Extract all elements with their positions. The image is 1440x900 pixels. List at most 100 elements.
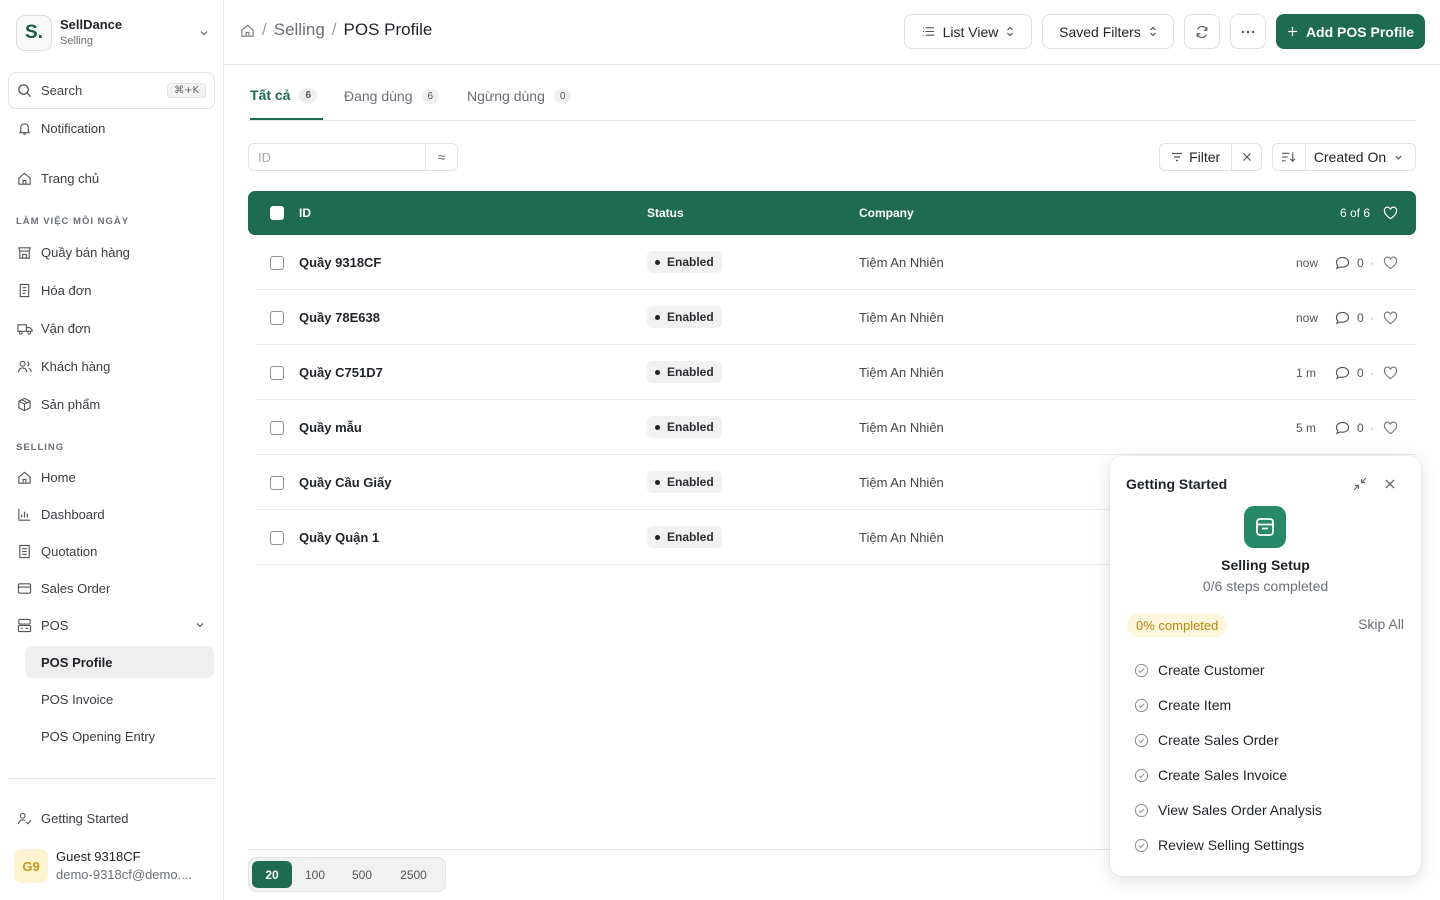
pos-icon: [16, 617, 33, 634]
row-checkbox[interactable]: [270, 530, 284, 545]
row-checkbox[interactable]: [270, 365, 284, 380]
sidebar-item-label: POS Profile: [41, 654, 113, 670]
row-comments[interactable]: 0 ·: [1335, 290, 1374, 345]
search-shortcut: ⌘+K: [167, 83, 206, 98]
tab-label: Ngừng dùng: [467, 88, 545, 104]
app-switcher[interactable]: S. SellDance Selling: [16, 15, 210, 51]
sidebar-item-pos-opening-entry[interactable]: POS Opening Entry: [25, 720, 214, 752]
refresh-button[interactable]: [1184, 14, 1220, 49]
sidebar-item-customers[interactable]: Khách hàng: [8, 350, 214, 382]
step-view-sales-order-analysis[interactable]: View Sales Order Analysis: [1134, 800, 1322, 820]
heart-icon[interactable]: [1383, 290, 1398, 345]
row-checkbox[interactable]: [270, 310, 284, 325]
add-pos-profile-button[interactable]: Add POS Profile: [1276, 14, 1425, 49]
table-row[interactable]: Quầy mẫu Enabled Tiệm An Nhiên 5 m 0 ·: [256, 400, 1416, 455]
sidebar-item-dashboard[interactable]: Dashboard: [8, 498, 214, 530]
page-size-2500[interactable]: 2500: [386, 861, 441, 888]
minimize-icon[interactable]: [1352, 476, 1368, 492]
user-menu[interactable]: G9 Guest 9318CF demo-9318cf@demo....: [14, 846, 214, 886]
check-circle-icon: [1134, 663, 1149, 678]
column-header-id[interactable]: ID: [299, 191, 311, 235]
tab-disabled[interactable]: Ngừng dùng 0: [467, 72, 572, 120]
filter-button[interactable]: Filter: [1160, 144, 1231, 170]
row-checkbox-cell: [270, 235, 284, 290]
skip-all-button[interactable]: Skip All: [1358, 616, 1404, 632]
row-checkbox[interactable]: [270, 255, 284, 270]
sort-field-select[interactable]: Created On: [1306, 144, 1415, 170]
list-view-button[interactable]: List View: [904, 14, 1032, 49]
select-all-checkbox[interactable]: [270, 206, 284, 220]
store-icon: [1244, 506, 1286, 548]
home-icon[interactable]: [240, 23, 255, 38]
heart-icon[interactable]: [1383, 235, 1398, 290]
row-id[interactable]: Quầy mẫu: [299, 400, 362, 455]
chevron-down-icon: [1393, 152, 1404, 163]
sidebar-item-label: Khách hàng: [41, 358, 111, 374]
chevron-down-icon: [194, 619, 206, 631]
sidebar-item-label: Quầy bán hàng: [41, 244, 130, 260]
row-id[interactable]: Quầy Cầu Giấy: [299, 455, 391, 510]
sidebar-item-store[interactable]: Quầy bán hàng: [8, 236, 214, 268]
step-create-customer[interactable]: Create Customer: [1134, 660, 1265, 680]
column-header-company[interactable]: Company: [859, 191, 914, 235]
clear-filter-button[interactable]: [1231, 144, 1261, 170]
page-size-20[interactable]: 20: [252, 861, 292, 888]
row-comments[interactable]: 0 ·: [1335, 235, 1374, 290]
page-size-100[interactable]: 100: [292, 861, 338, 888]
comment-icon: [1335, 311, 1350, 325]
sidebar-item-pos-profile[interactable]: POS Profile: [25, 646, 214, 678]
sidebar-item-pos[interactable]: POS: [8, 609, 214, 641]
row-checkbox[interactable]: [270, 420, 284, 435]
table-header: ID Status Company 6 of 6: [248, 191, 1416, 235]
row-company: Tiệm An Nhiên: [859, 310, 944, 325]
sidebar-item-notification[interactable]: Notification: [8, 112, 214, 144]
sidebar-search[interactable]: Search ⌘+K: [8, 72, 215, 109]
step-label: View Sales Order Analysis: [1158, 802, 1322, 818]
step-create-sales-order[interactable]: Create Sales Order: [1134, 730, 1279, 750]
sort-direction-button[interactable]: [1273, 144, 1306, 170]
comment-count: 0: [1357, 365, 1364, 380]
step-review-selling-settings[interactable]: Review Selling Settings: [1134, 835, 1304, 855]
step-create-sales-invoice[interactable]: Create Sales Invoice: [1134, 765, 1287, 785]
sidebar-item-quotation[interactable]: Quotation: [8, 535, 214, 567]
add-pos-profile-label: Add POS Profile: [1305, 23, 1415, 40]
sidebar-item-label: Sản phẩm: [41, 396, 101, 412]
table-row[interactable]: Quầy 78E638 Enabled Tiệm An Nhiên now 0 …: [256, 290, 1416, 345]
sidebar-divider: [8, 778, 216, 779]
tab-all[interactable]: Tất cả 6: [250, 72, 324, 120]
tab-active[interactable]: Đang dùng 6: [344, 72, 440, 120]
sidebar-item-sales-order[interactable]: Sales Order: [8, 572, 214, 604]
sidebar-item-home-vi[interactable]: Trang chủ: [8, 162, 214, 194]
row-id[interactable]: Quầy 9318CF: [299, 235, 381, 290]
list-icon: [922, 25, 935, 38]
more-options-button[interactable]: [1230, 14, 1266, 49]
row-id[interactable]: Quầy 78E638: [299, 290, 380, 345]
sidebar-item-invoice[interactable]: Hóa đơn: [8, 274, 214, 306]
sidebar-item-shipment[interactable]: Vận đơn: [8, 312, 214, 344]
saved-filters-button[interactable]: Saved Filters: [1042, 14, 1174, 49]
step-create-item[interactable]: Create Item: [1134, 695, 1231, 715]
row-comments[interactable]: 0 ·: [1335, 400, 1374, 455]
step-label: Create Item: [1158, 697, 1232, 713]
heart-icon[interactable]: [1383, 400, 1398, 455]
filter-operator-button[interactable]: ≈: [425, 144, 457, 170]
sidebar-item-products[interactable]: Sản phẩm: [8, 388, 214, 420]
row-id[interactable]: Quầy Quận 1: [299, 510, 379, 565]
id-filter-input[interactable]: [249, 144, 425, 170]
row-comments[interactable]: 0 ·: [1335, 345, 1374, 400]
sidebar-item-selling-home[interactable]: Home: [8, 461, 214, 493]
breadcrumb-selling[interactable]: Selling: [274, 20, 325, 40]
column-header-status[interactable]: Status: [647, 191, 684, 235]
row-checkbox-cell: [270, 455, 284, 510]
sidebar-item-pos-invoice[interactable]: POS Invoice: [25, 683, 214, 715]
row-checkbox[interactable]: [270, 475, 284, 490]
close-icon[interactable]: [1382, 476, 1398, 492]
heart-icon[interactable]: [1383, 191, 1398, 235]
sidebar-item-getting-started[interactable]: Getting Started: [8, 802, 214, 834]
row-modified-time: 5 m: [1296, 420, 1317, 435]
table-row[interactable]: Quầy C751D7 Enabled Tiệm An Nhiên 1 m 0 …: [256, 345, 1416, 400]
table-row[interactable]: Quầy 9318CF Enabled Tiệm An Nhiên now 0 …: [256, 235, 1416, 290]
row-id[interactable]: Quầy C751D7: [299, 345, 383, 400]
heart-icon[interactable]: [1383, 345, 1398, 400]
page-size-500[interactable]: 500: [338, 861, 386, 888]
